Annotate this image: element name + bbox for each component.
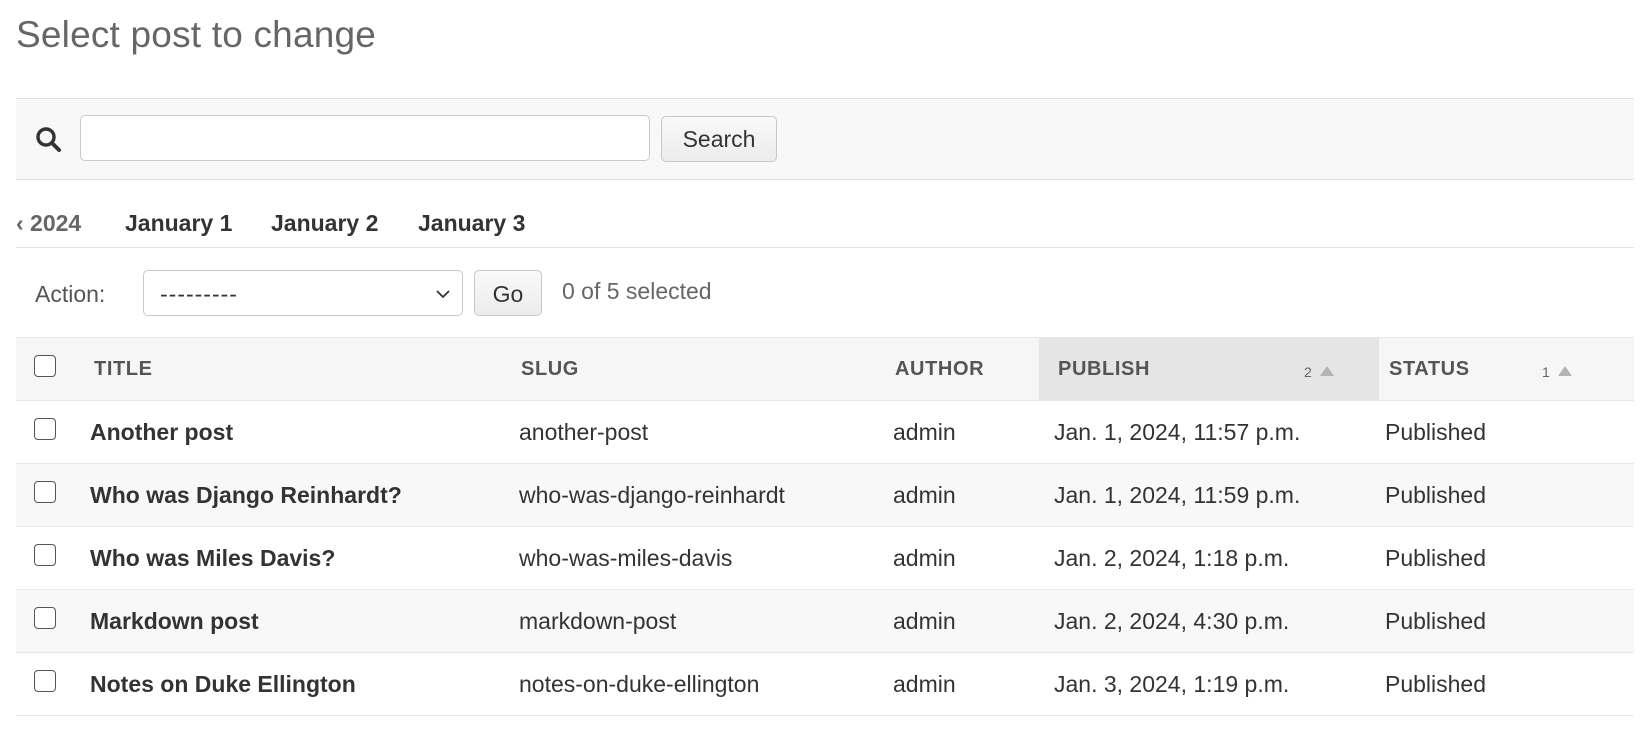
sort-priority: 2 — [1304, 364, 1313, 380]
slug-cell: who-was-django-reinhardt — [519, 463, 893, 527]
column-header-label: STATUS — [1389, 357, 1470, 380]
sort-priority: 1 — [1542, 364, 1551, 380]
selected-count: 0 of 5 selected — [562, 278, 712, 304]
post-title-link[interactable]: Who was Miles Davis? — [90, 545, 335, 571]
publish-value: Jan. 2, 2024, 4:30 p.m. — [1054, 607, 1290, 634]
status-value: Published — [1385, 670, 1487, 697]
date-link-january-1[interactable]: January 1 — [125, 210, 232, 237]
column-header-label: SLUG — [521, 357, 579, 380]
page-title: Select post to change — [16, 14, 377, 55]
column-header-author[interactable]: AUTHOR — [893, 337, 1039, 401]
post-title-link[interactable]: Notes on Duke Ellington — [90, 671, 356, 697]
row-checkbox[interactable] — [34, 544, 56, 566]
status-value: Published — [1385, 481, 1487, 508]
select-all-header — [16, 337, 88, 401]
row-checkbox[interactable] — [34, 481, 56, 503]
publish-cell: Jan. 1, 2024, 11:57 p.m. — [1039, 400, 1379, 464]
search-icon — [36, 127, 61, 152]
row-checkbox[interactable] — [34, 607, 56, 629]
publish-value: Jan. 1, 2024, 11:57 p.m. — [1054, 418, 1301, 445]
table-row: Who was Django Reinhardt? who-was-django… — [16, 463, 1634, 527]
publish-value: Jan. 2, 2024, 1:18 p.m. — [1054, 544, 1290, 571]
row-checkbox[interactable] — [34, 670, 56, 692]
date-back-link[interactable]: ‹ 2024 — [16, 210, 81, 237]
chevron-down-icon — [436, 290, 450, 299]
publish-cell: Jan. 1, 2024, 11:59 p.m. — [1039, 463, 1379, 527]
column-header-label: PUBLISH — [1058, 357, 1150, 380]
column-header-slug[interactable]: SLUG — [519, 337, 893, 401]
status-value: Published — [1385, 544, 1487, 571]
status-value: Published — [1385, 418, 1487, 445]
status-cell: Published — [1379, 589, 1634, 653]
row-select-cell — [16, 400, 88, 464]
row-select-cell — [16, 463, 88, 527]
date-link-january-2[interactable]: January 2 — [271, 210, 378, 237]
action-label: Action: — [35, 281, 106, 307]
status-value: Published — [1385, 607, 1487, 634]
action-select-value: --------- — [160, 281, 238, 307]
author-cell: admin — [893, 652, 1039, 716]
column-header-label: TITLE — [94, 357, 153, 380]
action-select[interactable]: --------- — [143, 270, 463, 316]
column-header-publish[interactable]: PUBLISH 2 — [1039, 337, 1379, 401]
search-toolbar: Search — [16, 98, 1634, 180]
table-row: Another post another-post admin Jan. 1, … — [16, 400, 1634, 464]
row-select-cell — [16, 526, 88, 590]
author-cell: admin — [893, 526, 1039, 590]
publish-cell: Jan. 2, 2024, 4:30 p.m. — [1039, 589, 1379, 653]
sort-ascending-icon[interactable] — [1557, 365, 1573, 377]
title-cell: Who was Miles Davis? — [88, 526, 519, 590]
search-input[interactable] — [80, 115, 650, 161]
table-row: Who was Miles Davis? who-was-miles-davis… — [16, 526, 1634, 590]
search-button[interactable]: Search — [661, 116, 777, 162]
slug-cell: notes-on-duke-ellington — [519, 652, 893, 716]
publish-cell: Jan. 3, 2024, 1:19 p.m. — [1039, 652, 1379, 716]
table-row: Notes on Duke Ellington notes-on-duke-el… — [16, 652, 1634, 716]
title-cell: Markdown post — [88, 589, 519, 653]
post-title-link[interactable]: Markdown post — [90, 608, 259, 634]
slug-cell: who-was-miles-davis — [519, 526, 893, 590]
author-cell: admin — [893, 589, 1039, 653]
actions-bar: Action: --------- Go 0 of 5 selected — [16, 249, 1634, 337]
publish-value: Jan. 3, 2024, 1:19 p.m. — [1054, 670, 1290, 697]
table-row: Markdown post markdown-post admin Jan. 2… — [16, 589, 1634, 653]
table-header-row: TITLE SLUG AUTHOR PUBLISH 2 STATUS 1 — [16, 337, 1634, 401]
status-cell: Published — [1379, 526, 1634, 590]
date-hierarchy: ‹ 2024 January 1 January 2 January 3 — [16, 200, 1634, 248]
column-header-status[interactable]: STATUS 1 — [1379, 337, 1634, 401]
post-title-link[interactable]: Another post — [90, 419, 233, 445]
column-header-title[interactable]: TITLE — [88, 337, 519, 401]
title-cell: Another post — [88, 400, 519, 464]
sort-ascending-icon[interactable] — [1319, 365, 1335, 377]
title-cell: Notes on Duke Ellington — [88, 652, 519, 716]
date-link-january-3[interactable]: January 3 — [418, 210, 525, 237]
results-table: TITLE SLUG AUTHOR PUBLISH 2 STATUS 1 Ano… — [16, 337, 1634, 716]
column-header-label: AUTHOR — [895, 357, 985, 380]
publish-value: Jan. 1, 2024, 11:59 p.m. — [1054, 481, 1301, 508]
author-cell: admin — [893, 400, 1039, 464]
publish-cell: Jan. 2, 2024, 1:18 p.m. — [1039, 526, 1379, 590]
row-select-cell — [16, 589, 88, 653]
status-cell: Published — [1379, 400, 1634, 464]
go-button[interactable]: Go — [474, 270, 542, 316]
title-cell: Who was Django Reinhardt? — [88, 463, 519, 527]
row-checkbox[interactable] — [34, 418, 56, 440]
status-cell: Published — [1379, 652, 1634, 716]
author-cell: admin — [893, 463, 1039, 527]
row-select-cell — [16, 652, 88, 716]
status-cell: Published — [1379, 463, 1634, 527]
post-title-link[interactable]: Who was Django Reinhardt? — [90, 482, 402, 508]
slug-cell: another-post — [519, 400, 893, 464]
slug-cell: markdown-post — [519, 589, 893, 653]
select-all-checkbox[interactable] — [34, 355, 56, 377]
